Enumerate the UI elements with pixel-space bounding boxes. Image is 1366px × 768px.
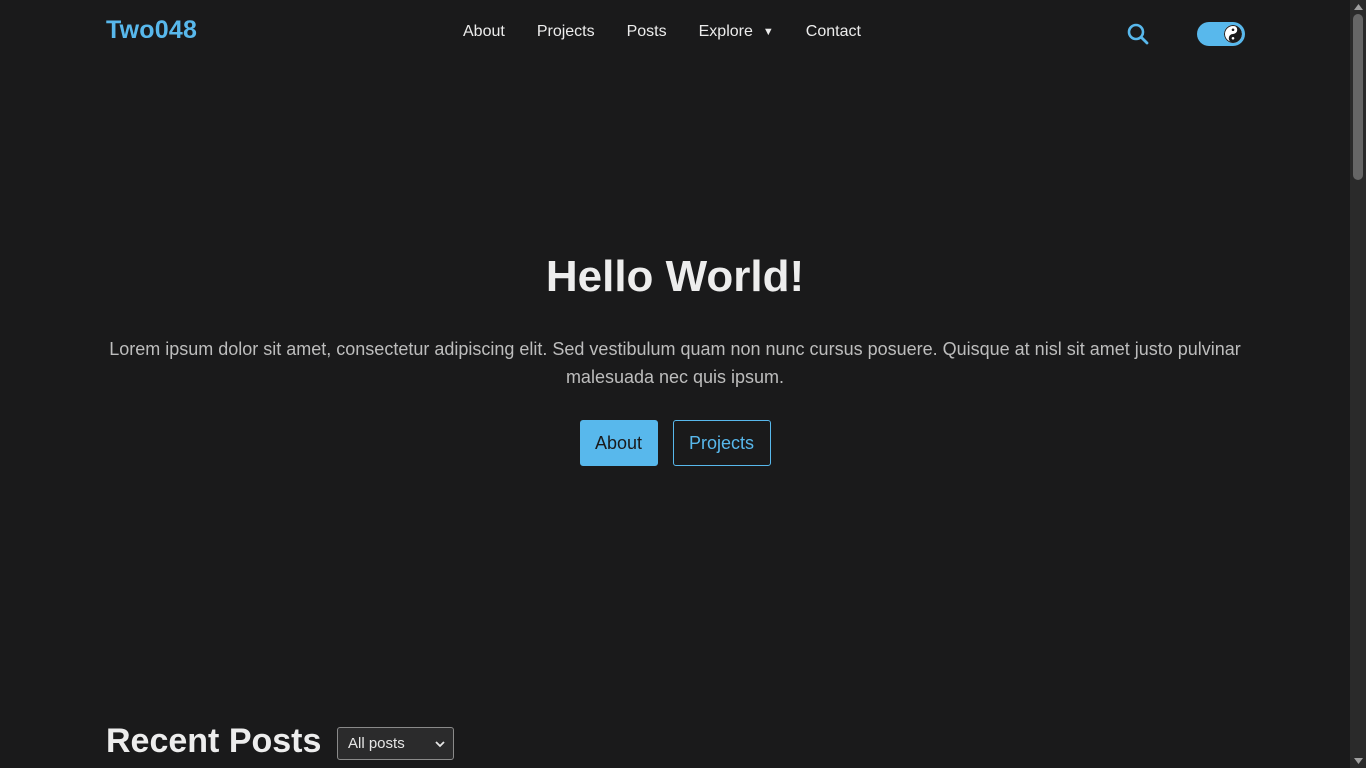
hero-projects-button[interactable]: Projects bbox=[672, 420, 771, 466]
scroll-down-icon[interactable] bbox=[1350, 754, 1366, 768]
hero-title: Hello World! bbox=[545, 252, 805, 301]
site-header: Two048 About Projects Posts Explore ▼ Co… bbox=[0, 0, 1350, 66]
nav-about[interactable]: About bbox=[463, 23, 505, 41]
caret-down-icon: ▼ bbox=[762, 26, 774, 38]
page: Two048 About Projects Posts Explore ▼ Co… bbox=[0, 0, 1366, 768]
nav-projects[interactable]: Projects bbox=[537, 23, 595, 41]
nav-posts[interactable]: Posts bbox=[627, 23, 667, 41]
chevron-down-icon bbox=[435, 741, 445, 748]
theme-toggle[interactable] bbox=[1197, 22, 1245, 46]
hero-buttons: About Projects bbox=[0, 420, 1350, 466]
site-logo[interactable]: Two048 bbox=[106, 16, 197, 45]
nav-explore-label: Explore bbox=[698, 23, 753, 40]
nav-contact[interactable]: Contact bbox=[806, 23, 861, 41]
main-nav: About Projects Posts Explore ▼ Contact bbox=[463, 23, 861, 41]
recent-posts-title: Recent Posts bbox=[106, 722, 322, 760]
nav-explore[interactable]: Explore ▼ bbox=[699, 23, 774, 41]
scrollbar-thumb[interactable] bbox=[1353, 14, 1363, 180]
hero-text: Lorem ipsum dolor sit amet, consectetur … bbox=[109, 339, 1241, 387]
hero-about-button[interactable]: About bbox=[579, 420, 658, 466]
scroll-up-icon[interactable] bbox=[1350, 0, 1366, 14]
posts-filter-select[interactable]: All posts bbox=[337, 727, 454, 760]
posts-filter-value: All posts bbox=[348, 735, 405, 752]
search-icon bbox=[1127, 23, 1149, 45]
yin-yang-icon bbox=[1224, 25, 1242, 43]
page-scrollbar[interactable] bbox=[1350, 0, 1366, 768]
search-button[interactable] bbox=[1126, 22, 1150, 46]
